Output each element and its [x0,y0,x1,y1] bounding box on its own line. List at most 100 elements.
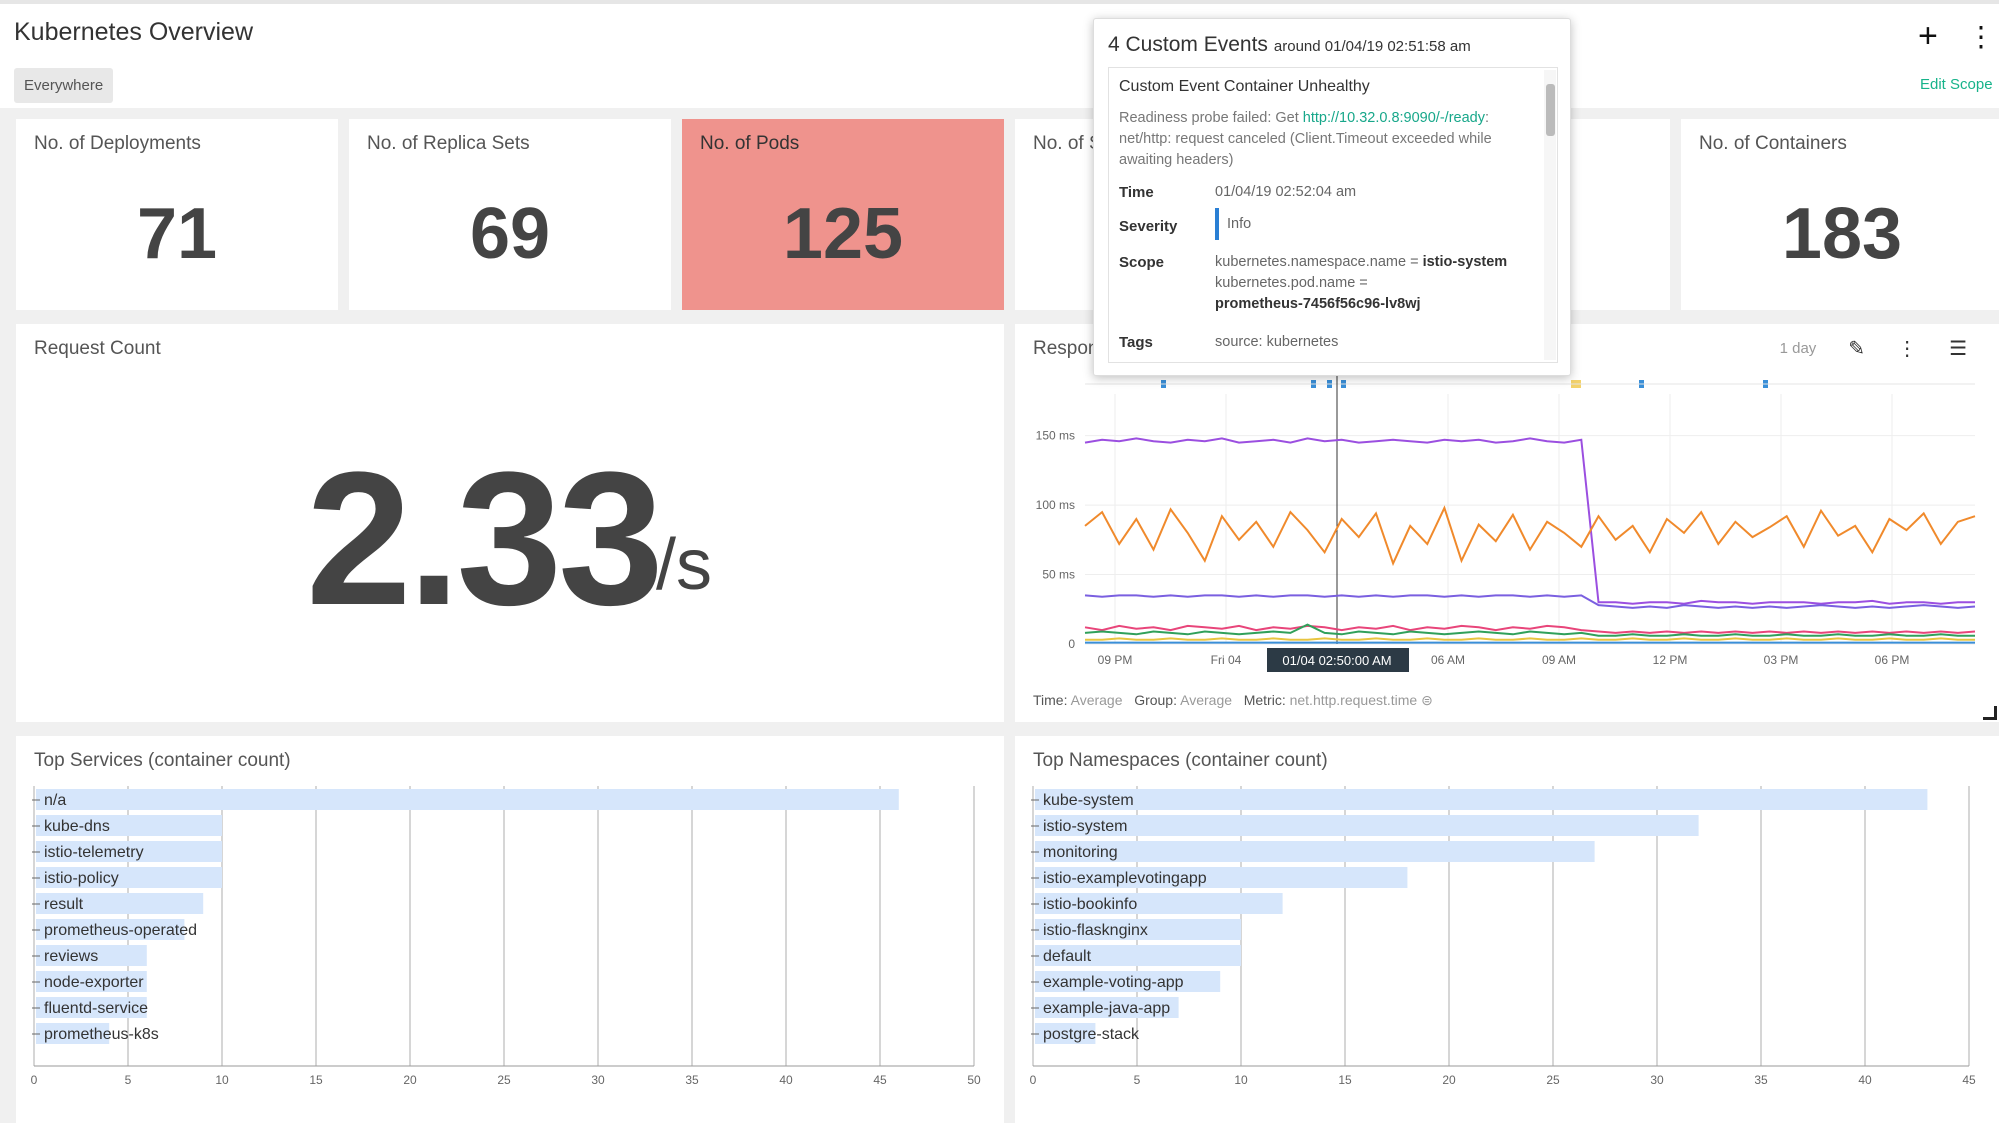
bar-label: kube-system [1043,792,1134,809]
x-tick-label: 0 [1030,1073,1037,1087]
bar[interactable] [1035,789,1928,810]
resize-handle-icon[interactable] [1983,706,1997,720]
x-tick-label: 35 [685,1073,699,1087]
custom-events-popup[interactable]: 4 Custom Events around 01/04/19 02:51:58 … [1093,18,1571,376]
response-time-panel[interactable]: Respon 1 day ✎ ⋮ ☰ 0 50 ms 100 ms 150 ms 09 … [1015,324,1999,722]
tile-value: 125 [782,194,904,274]
bar-label: istio-system [1043,818,1127,835]
x-tick-label: 5 [1134,1073,1141,1087]
tile-title: No. of Replica Sets [367,133,530,154]
bar-label: istio-examplevotingapp [1043,870,1207,887]
time-value: 01/04/19 02:52:04 am [1215,184,1357,200]
bar-label: monitoring [1043,844,1118,861]
x-tick-label: Fri 04 [1211,653,1242,667]
severity-indicator [1215,208,1219,240]
tags-label: Tags [1119,334,1153,351]
bar[interactable] [1035,841,1595,862]
x-tick-label: 25 [497,1073,511,1087]
bar-label: istio-policy [44,870,119,887]
top-namespaces-chart[interactable]: 0 5 10 15 20 25 30 35 40 45 kube-system istio-syste… [1015,776,1999,1116]
x-tick-label: 06 AM [1431,653,1465,667]
bar-label: default [1043,948,1092,965]
x-tick-label: 40 [779,1073,793,1087]
list-icon[interactable]: ☰ [1949,336,1967,361]
tags-value: source: kubernetes [1215,334,1339,350]
plus-icon[interactable]: + [1918,18,1938,54]
scope-label: Scope [1119,254,1165,271]
request-count-panel[interactable]: Request Count 2.33 /s [16,324,1004,722]
series-line [1084,437,1975,605]
scrollbar-thumb[interactable] [1546,84,1555,136]
bar-label: node-exporter [44,974,144,991]
tile-title: No. of S [1033,133,1102,154]
series-line [1084,505,1976,567]
tile-replica-sets[interactable]: No. of Replica Sets 69 [349,119,671,310]
y-tick-label: 150 ms [1036,429,1075,443]
event-description: Readiness probe failed: Get http://10.32… [1119,110,1492,168]
tile-value: 71 [136,194,218,274]
tile-containers[interactable]: No. of Containers 183 [1681,119,1999,310]
x-tick-label: 35 [1754,1073,1768,1087]
top-services-chart[interactable]: 0 5 10 15 20 25 30 35 40 45 50 n/a kube-dns istio-tel… [16,776,1004,1116]
chart-toolbar: 1 day ✎ ⋮ ☰ [1780,336,1967,361]
x-tick-label: 50 [967,1073,981,1087]
time-label: Time [1119,184,1154,201]
more-vertical-icon[interactable]: ⋮ [1897,336,1917,361]
y-tick-label: 100 ms [1036,498,1075,512]
tile-title: No. of Pods [700,133,800,154]
bar[interactable] [36,789,899,810]
x-tick-label: 10 [1234,1073,1248,1087]
bar-label: example-java-app [1043,1000,1170,1017]
panel-title: Respon [1033,338,1099,359]
tile-deployments[interactable]: No. of Deployments 71 [16,119,338,310]
x-tick-label: 01/04 02:50:00 AM [1282,653,1391,668]
x-tick-label: 15 [1338,1073,1352,1087]
readiness-link[interactable]: http://10.32.0.8:9090/-/ready [1303,110,1485,126]
scope-value: kubernetes.namespace.name = istio-system… [1215,254,1508,312]
bar-label: fluentd-service [44,1000,148,1017]
info-icon[interactable]: ⊜ [1421,692,1433,708]
popup-body[interactable]: Custom Event Container Unhealthy Readine… [1108,67,1558,363]
more-vertical-icon[interactable]: ⋮ [1967,22,1995,52]
event-name: Custom Event Container Unhealthy [1119,78,1370,95]
x-tick-label: 03 PM [1764,653,1799,667]
x-tick-label: 09 AM [1542,653,1576,667]
bar-label: example-voting-app [1043,974,1184,991]
popup-title: 4 Custom Events around 01/04/19 02:51:58 … [1108,33,1471,56]
x-tick-label: 45 [873,1073,887,1087]
x-tick-label: 20 [1442,1073,1456,1087]
severity-label: Severity [1119,218,1178,235]
x-tick-label: 30 [591,1073,605,1087]
response-time-chart[interactable]: 0 50 ms 100 ms 150 ms 09 PM Fri 04 01/04 02:50… [1015,374,1999,674]
bar-label: reviews [44,948,98,965]
popup-scrollbar[interactable] [1544,70,1556,360]
bar-label: postgre-stack [1043,1026,1140,1043]
tile-pods[interactable]: No. of Pods 125 [682,119,1004,310]
scope-chip[interactable]: Everywhere [14,68,114,103]
bar-label: result [44,896,84,913]
top-namespaces-panel[interactable]: Top Namespaces (container count) 0 5 10 15 2… [1015,736,1999,1123]
chart-footer: Time: Average Group: Average Metric: net… [1033,692,1433,708]
x-tick-label: 20 [403,1073,417,1087]
x-tick-label: 45 [1962,1073,1976,1087]
bar-label: istio-telemetry [44,844,144,861]
bar-label: kube-dns [44,818,110,835]
panel-title: Request Count [34,338,161,359]
bar-label: istio-bookinfo [1043,896,1137,913]
top-services-panel[interactable]: Top Services (container count) 0 5 10 15 20 2… [16,736,1004,1123]
x-tick-label: 25 [1546,1073,1560,1087]
tile-title: No. of Deployments [34,133,201,154]
time-range-label[interactable]: 1 day [1780,340,1817,357]
x-tick-label: 0 [31,1073,38,1087]
request-count-value: 2.33 [306,433,664,645]
bar-label: prometheus-operated [44,922,197,939]
pencil-icon[interactable]: ✎ [1848,336,1865,361]
page-title: Kubernetes Overview [14,18,254,46]
panel-title: Top Namespaces (container count) [1033,750,1328,771]
x-tick-label: 15 [309,1073,323,1087]
tile-value: 183 [1781,194,1903,274]
edit-scope-link[interactable]: Edit Scope [1920,76,1993,93]
bar[interactable] [1035,815,1699,836]
x-tick-label: 30 [1650,1073,1664,1087]
x-tick-label: 10 [215,1073,229,1087]
